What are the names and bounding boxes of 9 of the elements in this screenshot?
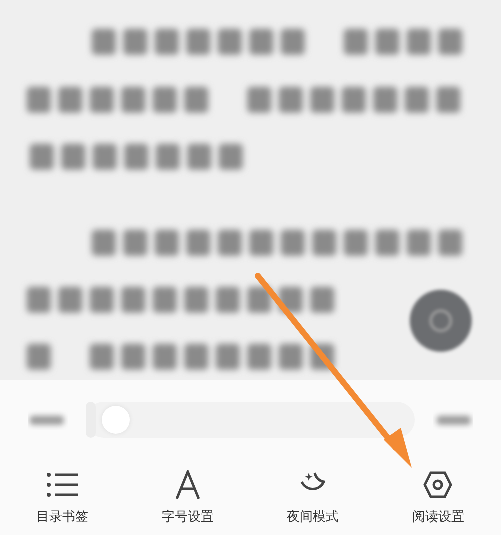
tab-button[interactable]: 阅读设置 (388, 470, 488, 526)
settings-icon (423, 470, 454, 500)
tab-button[interactable]: 字号设置 (138, 470, 238, 526)
tab-button[interactable]: 目录书签 (12, 470, 113, 526)
progress-slider[interactable] (86, 402, 415, 438)
letter-a-icon (174, 470, 201, 500)
floating-button[interactable] (410, 290, 472, 352)
tab-button[interactable]: 夜间模式 (263, 470, 364, 526)
list-icon (46, 470, 80, 500)
